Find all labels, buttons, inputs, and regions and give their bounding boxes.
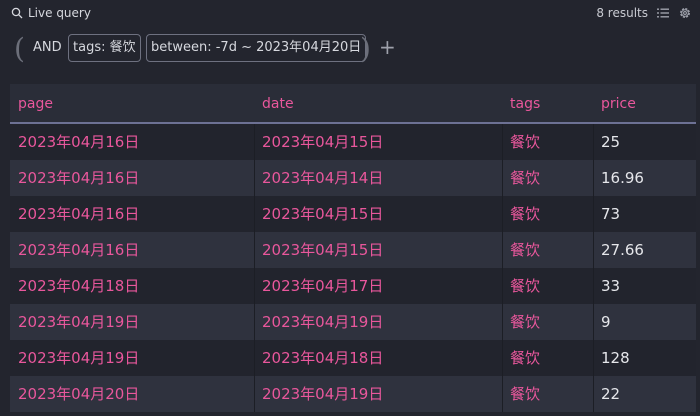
table-row: 2023年04月19日 2023年04月18日 餐饮 128 xyxy=(10,340,696,376)
column-header-price[interactable]: price xyxy=(601,84,636,124)
date-link[interactable]: 2023年04月19日 xyxy=(262,376,383,412)
price-value: 9 xyxy=(601,313,611,331)
operator-and[interactable]: AND xyxy=(33,40,62,55)
table-row: 2023年04月16日 2023年04月15日 餐饮 25 xyxy=(10,124,696,160)
list-view-icon[interactable] xyxy=(656,6,670,20)
price-value: 25 xyxy=(601,133,621,151)
open-paren-icon: ( xyxy=(14,32,25,65)
price-value: 16.96 xyxy=(601,169,644,187)
close-paren-icon: ) xyxy=(360,32,371,65)
page-link[interactable]: 2023年04月16日 xyxy=(18,124,139,160)
column-header-page[interactable]: page xyxy=(18,84,53,124)
table-row: 2023年04月19日 2023年04月19日 餐饮 9 xyxy=(10,304,696,340)
date-link[interactable]: 2023年04月19日 xyxy=(262,304,383,340)
tag-link[interactable]: 餐饮 xyxy=(510,268,540,304)
page-link[interactable]: 2023年04月16日 xyxy=(18,160,139,196)
query-header: Live query 8 results xyxy=(0,0,700,30)
results-area: 8 results xyxy=(596,6,692,20)
price-value: 128 xyxy=(601,349,630,367)
table-header-row: page date tags price xyxy=(10,84,696,124)
tag-link[interactable]: 餐饮 xyxy=(510,232,540,268)
table-row: 2023年04月16日 2023年04月15日 餐饮 27.66 xyxy=(10,232,696,268)
date-link[interactable]: 2023年04月15日 xyxy=(262,232,383,268)
date-link[interactable]: 2023年04月18日 xyxy=(262,340,383,376)
price-value: 73 xyxy=(601,205,621,223)
date-link[interactable]: 2023年04月15日 xyxy=(262,124,383,160)
page-link[interactable]: 2023年04月19日 xyxy=(18,340,139,376)
title-label: Live query xyxy=(28,6,91,20)
results-count: 8 results xyxy=(596,6,648,20)
table-row: 2023年04月16日 2023年04月15日 餐饮 73 xyxy=(10,196,696,232)
search-icon xyxy=(11,7,23,19)
tag-link[interactable]: 餐饮 xyxy=(510,160,540,196)
table-row: 2023年04月20日 2023年04月19日 餐饮 22 xyxy=(10,376,696,412)
query-builder: ( AND tags: 餐饮 between: -7d ~ 2023年04月20… xyxy=(0,32,700,66)
page-link[interactable]: 2023年04月16日 xyxy=(18,232,139,268)
settings-gear-icon[interactable] xyxy=(678,6,692,20)
filter-chip-tags[interactable]: tags: 餐饮 xyxy=(68,34,141,62)
column-header-tags[interactable]: tags xyxy=(510,84,540,124)
tag-link[interactable]: 餐饮 xyxy=(510,124,540,160)
price-value: 27.66 xyxy=(601,241,644,259)
results-table: page date tags price 2023年04月16日 2023年04… xyxy=(10,84,696,412)
tag-link[interactable]: 餐饮 xyxy=(510,376,540,412)
tag-link[interactable]: 餐饮 xyxy=(510,304,540,340)
page-link[interactable]: 2023年04月20日 xyxy=(18,376,139,412)
column-header-date[interactable]: date xyxy=(262,84,294,124)
tag-link[interactable]: 餐饮 xyxy=(510,340,540,376)
page-link[interactable]: 2023年04月16日 xyxy=(18,196,139,232)
live-query-title: Live query xyxy=(11,6,91,20)
table-row: 2023年04月18日 2023年04月17日 餐饮 33 xyxy=(10,268,696,304)
date-link[interactable]: 2023年04月17日 xyxy=(262,268,383,304)
page-link[interactable]: 2023年04月19日 xyxy=(18,304,139,340)
tag-link[interactable]: 餐饮 xyxy=(510,196,540,232)
price-value: 33 xyxy=(601,277,621,295)
price-value: 22 xyxy=(601,385,621,403)
table-row: 2023年04月16日 2023年04月14日 餐饮 16.96 xyxy=(10,160,696,196)
filter-chip-between[interactable]: between: -7d ~ 2023年04月20日 xyxy=(146,34,367,62)
page-link[interactable]: 2023年04月18日 xyxy=(18,268,139,304)
date-link[interactable]: 2023年04月15日 xyxy=(262,196,383,232)
date-link[interactable]: 2023年04月14日 xyxy=(262,160,383,196)
add-filter-button[interactable]: + xyxy=(379,36,396,58)
